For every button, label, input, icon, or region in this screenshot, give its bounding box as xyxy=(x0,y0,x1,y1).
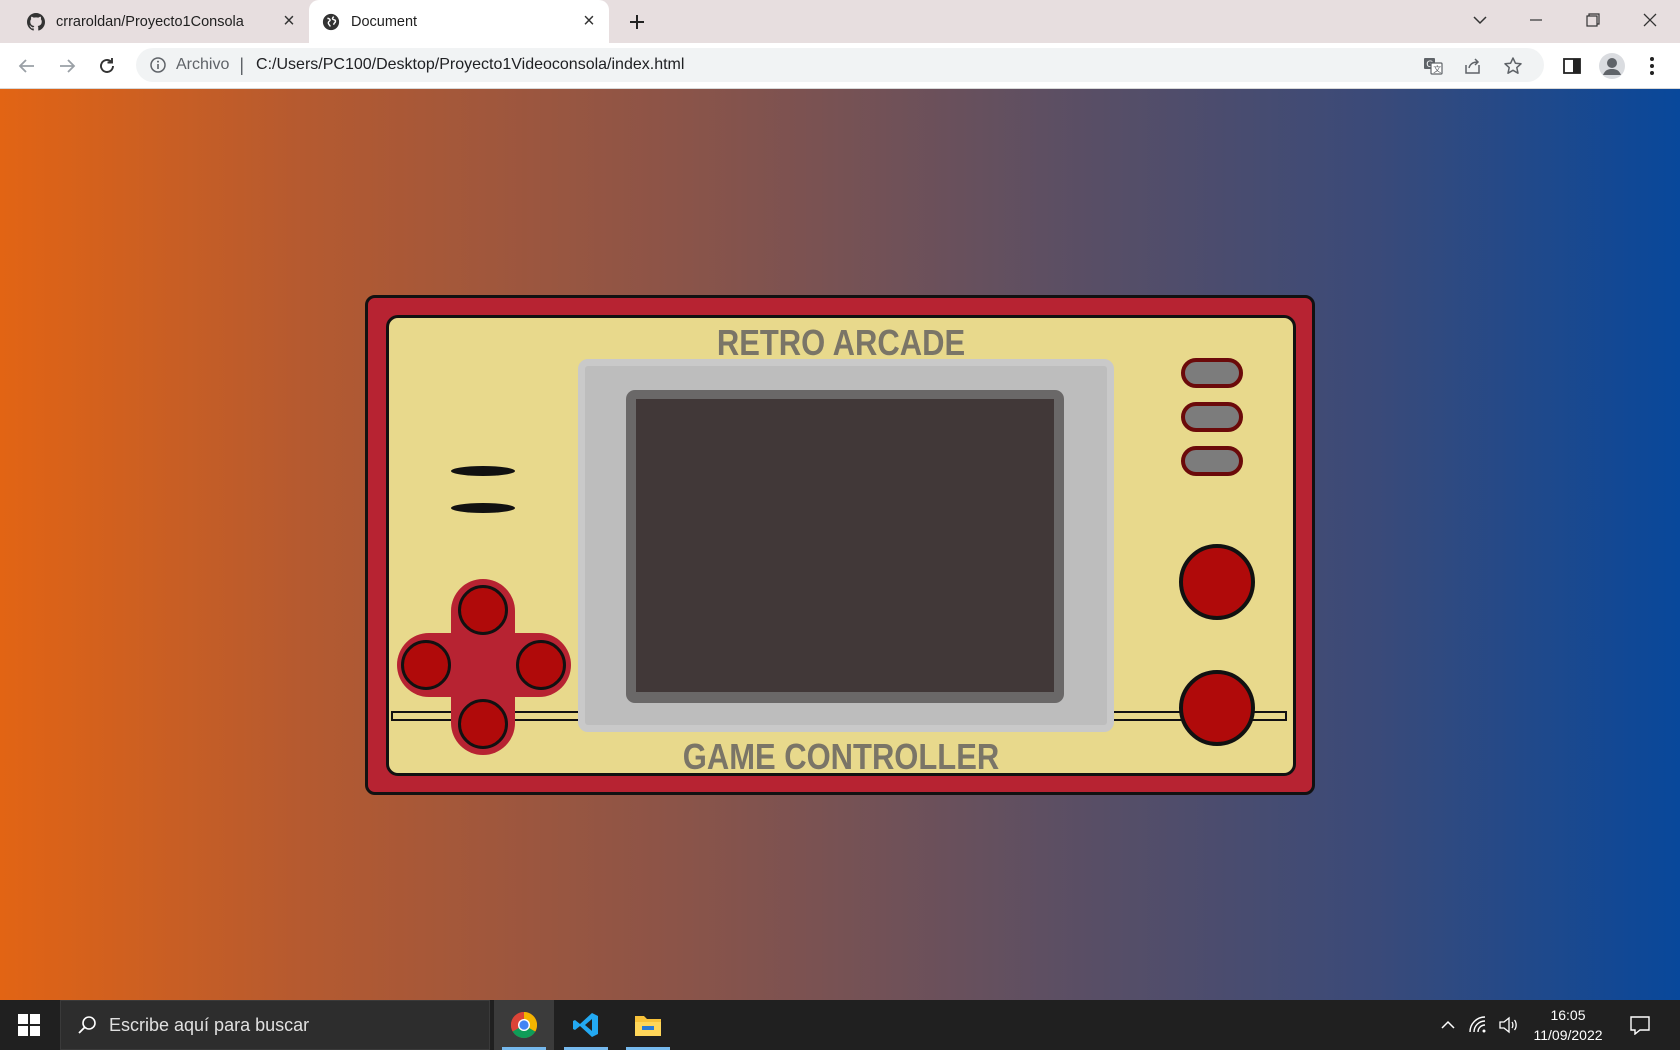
speaker-slot xyxy=(451,466,515,476)
system-clock[interactable]: 16:05 11/09/2022 xyxy=(1522,1005,1614,1045)
tab-title: crraroldan/Proyecto1Consola xyxy=(56,13,244,30)
chevron-down-icon xyxy=(1473,16,1487,25)
speaker-slot xyxy=(451,503,515,513)
dpad-right-button[interactable] xyxy=(516,640,566,690)
chrome-icon xyxy=(510,1011,538,1039)
tab-github[interactable]: crraroldan/Proyecto1Consola × xyxy=(14,0,309,43)
tab-search-button[interactable] xyxy=(1452,0,1508,40)
clock-time: 16:05 xyxy=(1550,1007,1586,1023)
page-viewport: RETRO ARCADE GAME CONTROLLER xyxy=(0,89,1680,1000)
restore-icon xyxy=(1586,13,1600,27)
windows-icon xyxy=(18,1014,40,1036)
tab-title: Document xyxy=(351,13,418,30)
console-face: RETRO ARCADE GAME CONTROLLER xyxy=(386,315,1296,777)
separator: | xyxy=(239,54,245,75)
vscode-icon xyxy=(573,1013,598,1037)
dpad-up-button[interactable] xyxy=(458,585,508,635)
time-button[interactable] xyxy=(1181,446,1243,476)
side-panel-icon[interactable] xyxy=(1558,52,1586,80)
restore-button[interactable] xyxy=(1565,0,1621,40)
taskbar-vscode[interactable] xyxy=(556,1000,616,1050)
close-icon[interactable]: × xyxy=(275,8,303,36)
minimize-button[interactable] xyxy=(1508,0,1564,40)
game-b-button[interactable] xyxy=(1181,402,1243,432)
taskbar-chrome[interactable] xyxy=(494,1000,554,1050)
screen-frame xyxy=(626,390,1064,703)
close-window-button[interactable] xyxy=(1622,0,1678,40)
clock-date: 11/09/2022 xyxy=(1533,1027,1603,1043)
network-icon[interactable] xyxy=(1463,1000,1493,1050)
globe-icon xyxy=(321,12,341,32)
screen-bezel xyxy=(578,359,1114,732)
url-text[interactable]: C:/Users/PC100/Desktop/Proyecto1Videocon… xyxy=(256,56,684,74)
star-icon[interactable] xyxy=(1502,55,1524,77)
close-icon xyxy=(1643,13,1657,27)
console-title-top: RETRO ARCADE xyxy=(716,322,966,363)
search-icon xyxy=(75,1013,99,1037)
translate-icon[interactable]: G文 xyxy=(1422,55,1444,77)
chevron-up-icon xyxy=(1441,1020,1455,1029)
arrow-right-icon xyxy=(60,59,76,73)
dpad-left-button[interactable] xyxy=(401,640,451,690)
share-icon[interactable] xyxy=(1462,55,1484,77)
search-placeholder: Escribe aquí para buscar xyxy=(109,1014,310,1035)
taskbar: Escribe aquí para buscar 16:05 11/09/202… xyxy=(0,1000,1680,1050)
address-bar[interactable]: Archivo | C:/Users/PC100/Desktop/Proyect… xyxy=(136,48,1544,82)
scheme-label: Archivo xyxy=(176,56,230,73)
tab-strip: crraroldan/Proyecto1Consola × Document × xyxy=(0,0,1680,43)
minimize-icon xyxy=(1530,19,1542,21)
file-explorer-icon xyxy=(635,1016,661,1036)
close-icon[interactable]: × xyxy=(575,8,603,36)
menu-icon[interactable] xyxy=(1638,52,1666,80)
start-button[interactable] xyxy=(0,1000,58,1050)
volume-icon[interactable] xyxy=(1493,1000,1523,1050)
back-button[interactable] xyxy=(11,50,43,82)
reload-button[interactable] xyxy=(91,50,123,82)
dpad-down-button[interactable] xyxy=(458,699,508,749)
show-hidden-icons-button[interactable] xyxy=(1433,1000,1463,1050)
info-icon[interactable] xyxy=(148,55,168,75)
avatar-icon xyxy=(1599,53,1625,79)
reload-icon xyxy=(100,58,114,73)
svg-text:文: 文 xyxy=(1433,64,1441,74)
action-button-lower[interactable] xyxy=(1179,670,1255,746)
taskbar-search[interactable]: Escribe aquí para buscar xyxy=(60,1000,490,1050)
tab-document[interactable]: Document × xyxy=(309,0,609,43)
browser-toolbar: Archivo | C:/Users/PC100/Desktop/Proyect… xyxy=(0,43,1680,89)
game-console: RETRO ARCADE GAME CONTROLLER xyxy=(365,295,1315,795)
github-icon xyxy=(26,12,46,32)
game-a-button[interactable] xyxy=(1181,358,1243,388)
action-button-upper[interactable] xyxy=(1179,544,1255,620)
new-tab-button[interactable] xyxy=(622,7,652,37)
taskbar-file-explorer[interactable] xyxy=(618,1000,678,1050)
arrow-left-icon xyxy=(18,59,34,73)
profile-avatar[interactable] xyxy=(1598,52,1626,80)
plus-icon xyxy=(630,15,644,29)
console-title-bottom: GAME CONTROLLER xyxy=(682,736,1000,777)
notifications-icon[interactable] xyxy=(1622,1000,1658,1050)
game-screen xyxy=(636,399,1054,692)
forward-button[interactable] xyxy=(51,50,83,82)
